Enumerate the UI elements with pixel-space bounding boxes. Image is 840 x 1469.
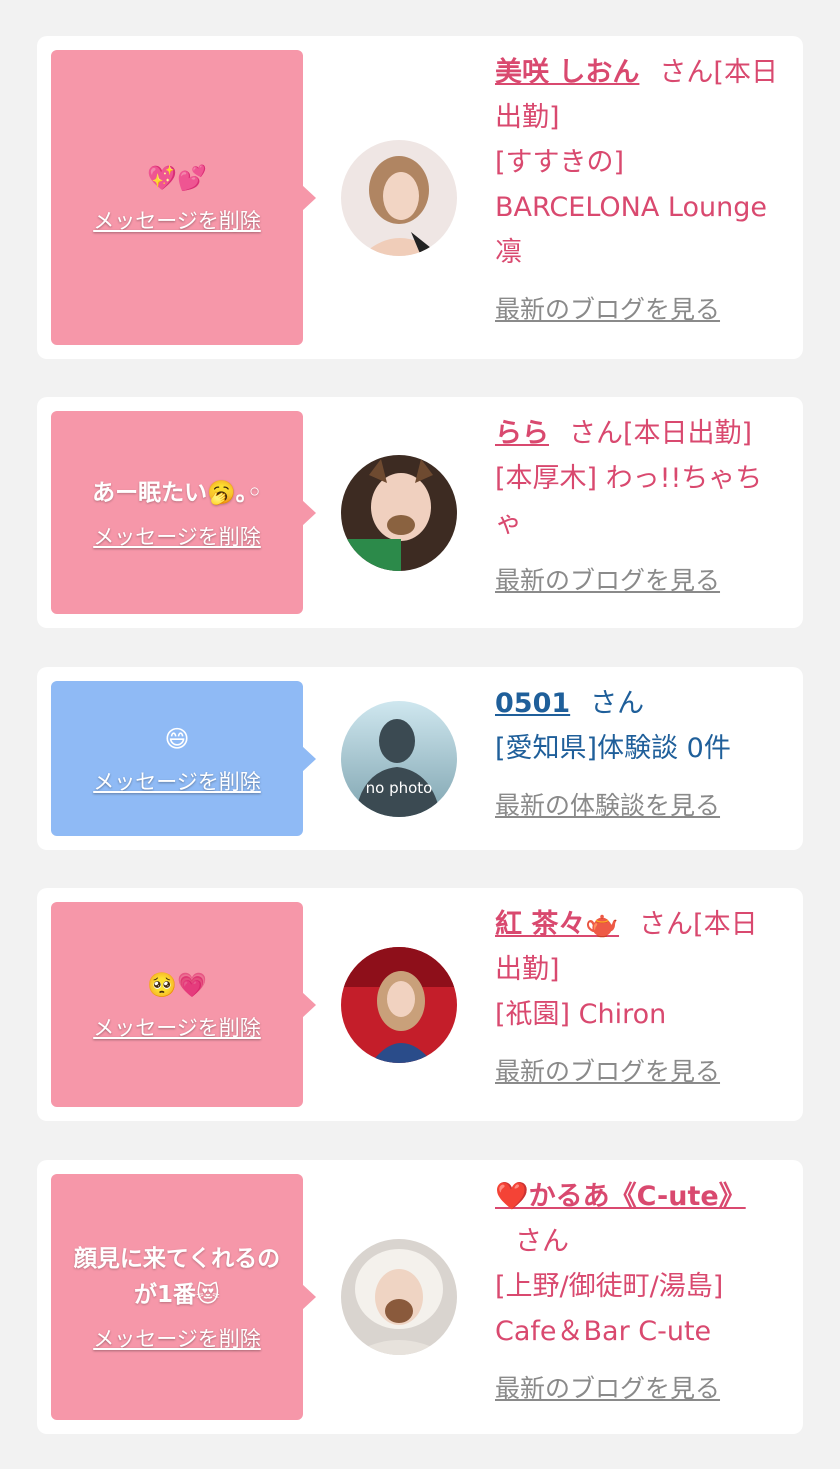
latest-blog-link[interactable]: 最新のブログを見る [495, 1049, 780, 1094]
delete-message-link[interactable]: メッセージを削除 [93, 1012, 261, 1042]
delete-message-link[interactable]: メッセージを削除 [93, 766, 261, 796]
delete-message-link[interactable]: メッセージを削除 [93, 1323, 261, 1353]
avatar[interactable]: no photo [341, 701, 457, 817]
message-bubble: 💖💕 メッセージを削除 [51, 50, 316, 345]
message-card: あー眠たい🥱｡◦ メッセージを削除 らら さん[本日出勤] [本厚木] わっ!!ち… [37, 397, 803, 628]
message-card: 💖💕 メッセージを削除 美咲 しおん さん[本日出勤] [すすきの] BARCEL… [37, 36, 803, 359]
cast-name-link[interactable]: らら [495, 418, 549, 449]
no-photo-text: no photo [366, 779, 433, 797]
message-text: 💖💕 [147, 163, 207, 192]
message-text: 顔見に来てくれるのが1番😻 [73, 1246, 281, 1308]
shop-name: [すすきの] BARCELONA Lounge 凛 [495, 147, 767, 268]
shop-name: [本厚木] わっ!!ちゃちゃ [495, 463, 763, 539]
message-card: 🥺💗 メッセージを削除 紅 茶々🫖 さん[本日出勤] [祇園] Chiron 最新… [37, 888, 803, 1121]
message-text: 🥺💗 [147, 970, 207, 999]
message-text: 😄 [164, 724, 190, 753]
cast-status: さん [515, 1226, 569, 1257]
delete-message-link[interactable]: メッセージを削除 [93, 205, 261, 235]
user-name-link[interactable]: 0501 [495, 688, 570, 719]
avatar[interactable] [341, 455, 457, 571]
message-bubble: 😄 メッセージを削除 [51, 681, 316, 836]
latest-blog-link[interactable]: 最新のブログを見る [495, 558, 780, 603]
latest-review-link[interactable]: 最新の体験談を見る [495, 783, 780, 828]
avatar[interactable] [341, 140, 457, 256]
latest-blog-link[interactable]: 最新のブログを見る [495, 287, 780, 332]
latest-blog-link[interactable]: 最新のブログを見る [495, 1366, 780, 1411]
message-bubble: 🥺💗 メッセージを削除 [51, 902, 316, 1107]
shop-name: [祇園] Chiron [495, 999, 667, 1030]
avatar[interactable] [341, 947, 457, 1063]
delete-message-link[interactable]: メッセージを削除 [93, 521, 261, 551]
cast-info: 紅 茶々🫖 さん[本日出勤] [祇園] Chiron 最新のブログを見る [495, 902, 780, 1094]
cast-info: ❤️かるあ《C-ute》さん [上野/御徒町/湯島] Cafe＆Bar C-ut… [495, 1174, 780, 1411]
message-text: あー眠たい🥱｡◦ [92, 479, 262, 506]
cast-name-link[interactable]: 紅 茶々🫖 [495, 909, 619, 940]
cast-info: 美咲 しおん さん[本日出勤] [すすきの] BARCELONA Lounge 凛… [495, 50, 780, 332]
cast-name-link[interactable]: ❤️かるあ《C-ute》 [495, 1181, 746, 1212]
review-count: [愛知県]体験談 0件 [495, 733, 731, 764]
avatar[interactable] [341, 1239, 457, 1355]
message-card: 😄 メッセージを削除 no photo 0501 さん [愛知県]体験談 0件 最… [37, 667, 803, 850]
shop-name: [上野/御徒町/湯島] Cafe＆Bar C-ute [495, 1271, 724, 1347]
message-bubble: あー眠たい🥱｡◦ メッセージを削除 [51, 411, 316, 614]
user-suffix: さん [590, 688, 645, 719]
cast-info: らら さん[本日出勤] [本厚木] わっ!!ちゃちゃ 最新のブログを見る [495, 411, 780, 603]
cast-name-link[interactable]: 美咲 しおん [495, 57, 639, 88]
message-card: 顔見に来てくれるのが1番😻 メッセージを削除 ❤️かるあ《C-ute》さん [上… [37, 1160, 803, 1434]
message-bubble: 顔見に来てくれるのが1番😻 メッセージを削除 [51, 1174, 316, 1420]
cast-status: さん[本日出勤] [569, 418, 753, 449]
cast-info: 0501 さん [愛知県]体験談 0件 最新の体験談を見る [495, 681, 780, 828]
